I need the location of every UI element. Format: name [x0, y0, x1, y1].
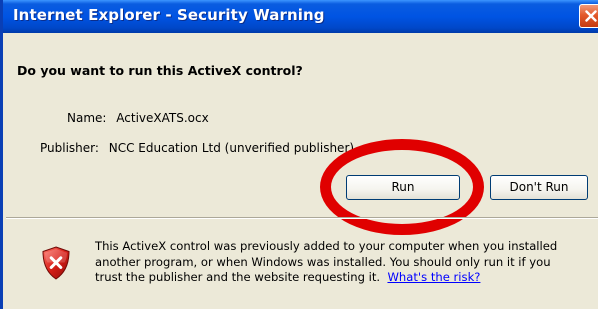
warning-line: another program, or when Windows was ins…	[95, 254, 551, 269]
dont-run-button[interactable]: Don't Run	[490, 175, 588, 200]
name-row: Name: ActiveXATS.ocx	[67, 111, 209, 125]
separator-line	[6, 217, 598, 219]
name-label: Name:	[67, 111, 107, 125]
close-button[interactable]	[579, 4, 598, 28]
security-warning-dialog: Internet Explorer - Security Warning Do …	[0, 0, 598, 309]
shield-x-icon	[41, 246, 71, 284]
dialog-body	[6, 33, 598, 183]
whats-the-risk-link[interactable]: What's the risk?	[387, 270, 480, 284]
publisher-value: NCC Education Ltd (unverified publisher)	[108, 141, 355, 155]
window-title: Internet Explorer - Security Warning	[13, 6, 325, 24]
name-value: ActiveXATS.ocx	[116, 111, 209, 125]
warning-line-last: trust the publisher and the website requ…	[95, 270, 595, 286]
run-button[interactable]: Run	[346, 175, 460, 200]
publisher-row: Publisher: NCC Education Ltd (unverified…	[40, 141, 354, 155]
publisher-label: Publisher:	[40, 141, 99, 155]
title-bar[interactable]: Internet Explorer - Security Warning	[3, 0, 598, 33]
warning-message: This ActiveX control was previously adde…	[95, 239, 595, 286]
dialog-question: Do you want to run this ActiveX control?	[17, 63, 303, 78]
warning-line-text: trust the publisher and the website requ…	[95, 270, 381, 284]
warning-line: This ActiveX control was previously adde…	[95, 239, 558, 253]
